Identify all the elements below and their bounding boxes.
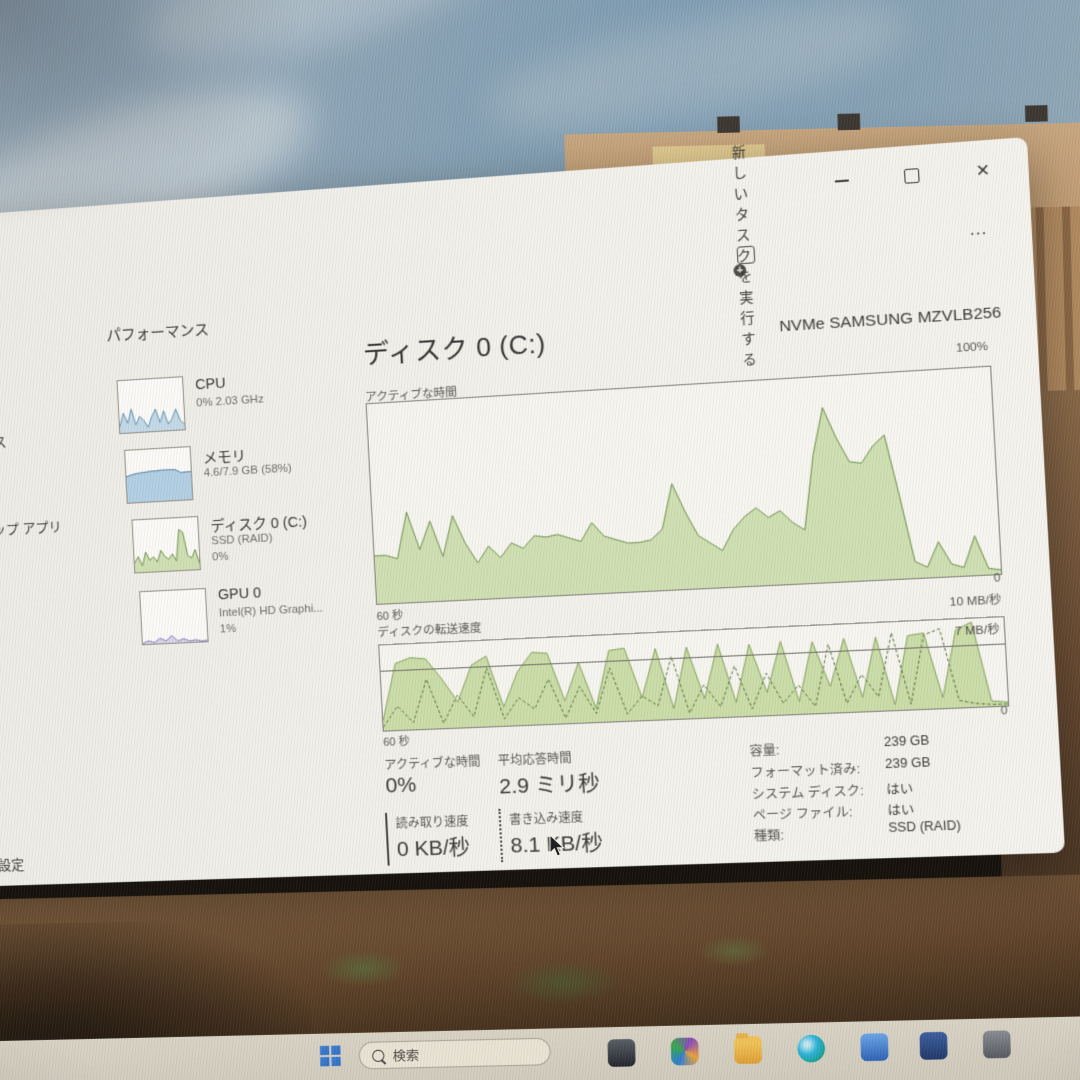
cpu-thumbnail-chart[interactable] — [117, 376, 186, 434]
monitor-screen: ✕ 新しいタスクを実行する … タスク マネージャー プロセス パフォーマンス … — [0, 0, 1080, 1080]
taskbar-app-icon-blue[interactable] — [860, 1033, 888, 1061]
taskbar-app-icon-dark[interactable] — [607, 1039, 635, 1067]
page-title: パフォーマンス — [106, 318, 210, 346]
active-time-stat-label: アクティブな時間 — [384, 752, 481, 773]
file-explorer-icon[interactable] — [734, 1036, 762, 1064]
transfer-rate-marker-label: 7 MB/秒 — [954, 620, 1000, 639]
taskbar-app-icon-navy[interactable] — [919, 1032, 947, 1060]
perf-item-disk-usage: 0% — [212, 551, 229, 564]
formatted-value: 239 GB — [885, 755, 931, 771]
write-speed-label: 書き込み速度 — [509, 808, 584, 828]
maximize-icon — [904, 168, 920, 184]
perf-item-cpu-name[interactable]: CPU — [195, 376, 226, 394]
perf-item-gpu-name[interactable]: GPU 0 — [218, 585, 262, 603]
page-file-value: はい — [887, 799, 915, 820]
search-icon — [372, 1049, 385, 1062]
read-speed-label: 読み取り速度 — [395, 812, 469, 832]
active-time-stat-value: 0% — [385, 773, 417, 798]
windows-logo-icon — [320, 1056, 329, 1065]
memory-thumbnail-chart[interactable] — [124, 446, 193, 504]
run-new-task-button[interactable]: 新しいタスクを実行する — [736, 238, 756, 270]
capacity-value: 239 GB — [883, 733, 929, 749]
minimize-button[interactable] — [817, 164, 865, 199]
read-speed-value: 0 KB/秒 — [396, 830, 471, 863]
perf-item-gpu-device: Intel(R) HD Graphi... — [219, 602, 324, 619]
maximize-button[interactable] — [887, 159, 936, 194]
active-time-x-right: 0 — [959, 572, 1001, 587]
transfer-rate-x-left: 60 秒 — [383, 733, 410, 750]
wallpaper-chimney — [1025, 105, 1048, 122]
minimize-icon — [834, 179, 848, 182]
start-button[interactable] — [320, 1046, 340, 1066]
photographed-screen: ✕ 新しいタスクを実行する … タスク マネージャー プロセス パフォーマンス … — [0, 0, 1080, 1080]
windows-logo-icon — [331, 1045, 340, 1054]
disk-type-value: SSD (RAID) — [888, 818, 961, 835]
close-icon: ✕ — [975, 160, 991, 182]
disk-type-label: 種類: — [753, 824, 784, 845]
gpu-thumbnail-chart[interactable] — [139, 588, 208, 645]
system-disk-label: システム ディスク: — [751, 779, 864, 803]
capacity-label: 容量: — [749, 739, 780, 760]
transfer-rate-ymax: 10 MB/秒 — [810, 591, 1002, 617]
taskbar-app-icon-gray[interactable] — [983, 1030, 1011, 1058]
taskbar-search[interactable]: 検索 — [359, 1038, 551, 1070]
perf-item-disk-type: SSD (RAID) — [211, 532, 273, 547]
formatted-label: フォーマット済み: — [750, 758, 861, 782]
read-speed-block: 読み取り速度 0 KB/秒 — [385, 809, 495, 866]
response-time-stat-label: 平均応答時間 — [497, 749, 572, 769]
active-time-ymax: 100% — [797, 340, 988, 364]
page-file-label: ページ ファイル: — [752, 801, 853, 824]
edge-browser-icon[interactable] — [797, 1034, 825, 1062]
wallpaper-chimney — [837, 113, 860, 130]
response-time-stat-value: 2.9 ミリ秒 — [498, 766, 600, 800]
sidebar-item-settings[interactable]: 設定 — [0, 853, 25, 874]
close-button[interactable]: ✕ — [958, 153, 1007, 188]
perf-item-cpu-stats: 0% 2.03 GHz — [196, 393, 264, 409]
mouse-cursor — [549, 834, 566, 858]
wallpaper-cloud — [127, 0, 531, 92]
windows-logo-icon — [320, 1046, 329, 1055]
active-time-x-left: 60 秒 — [376, 607, 403, 624]
sidebar-item-startup-apps[interactable]: スタートアップ アプリ — [0, 515, 62, 542]
transfer-rate-x-right: 0 — [966, 705, 1008, 719]
taskbar-app-icon-colorful[interactable] — [671, 1037, 699, 1065]
more-options-button[interactable]: … — [968, 218, 989, 240]
disk-thumbnail-chart[interactable] — [132, 516, 201, 574]
perf-item-gpu-usage: 1% — [219, 623, 236, 636]
system-disk-value: はい — [886, 778, 914, 799]
wallpaper-chimney — [717, 116, 740, 133]
search-placeholder: 検索 — [392, 1045, 419, 1065]
windows-logo-icon — [331, 1056, 340, 1065]
sidebar-item-performance[interactable]: パフォーマンス — [0, 431, 7, 456]
transfer-rate-chart-label: ディスクの転送速度 — [377, 619, 482, 640]
active-time-chart — [366, 366, 1003, 605]
task-manager-window: ✕ 新しいタスクを実行する … タスク マネージャー プロセス パフォーマンス … — [0, 137, 1065, 888]
